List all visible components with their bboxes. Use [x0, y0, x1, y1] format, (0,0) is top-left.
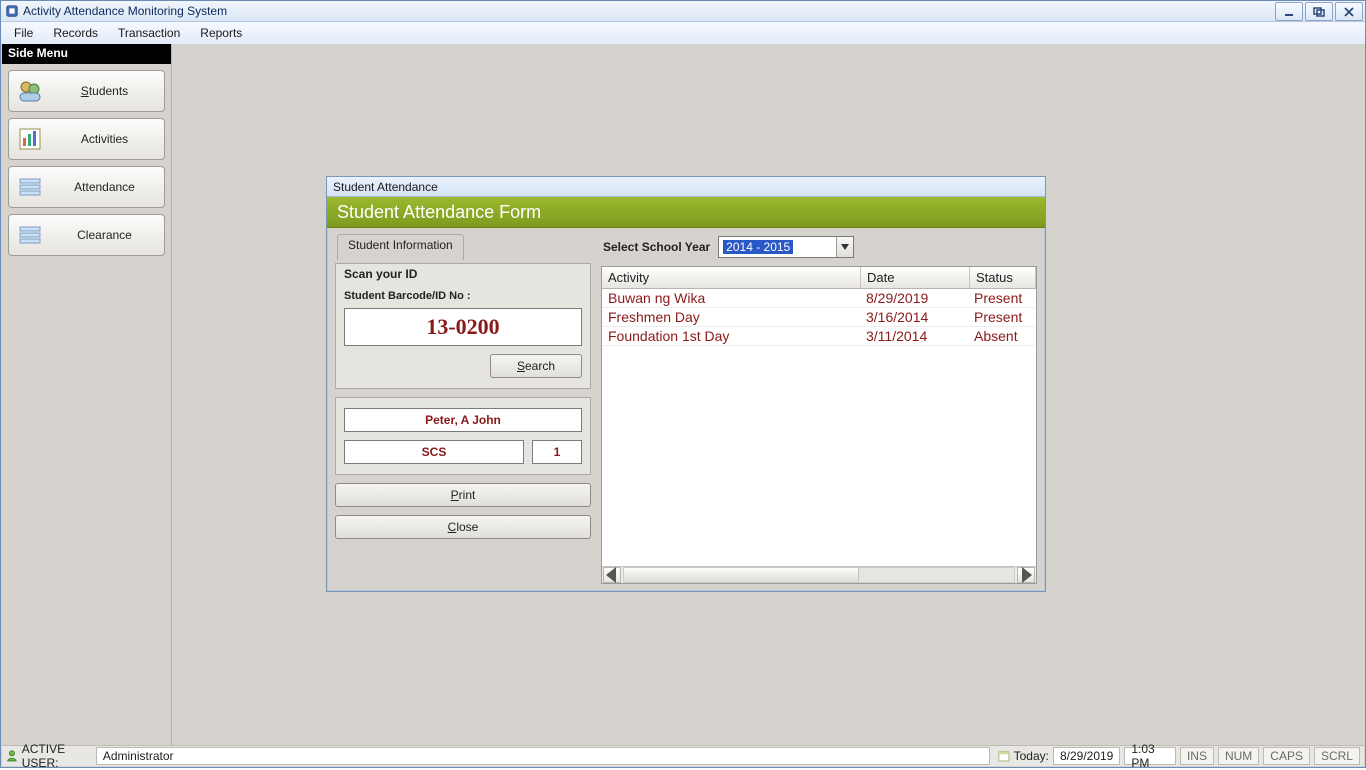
user-icon	[6, 749, 18, 763]
cell-status: Absent	[968, 327, 1036, 345]
cell-status: Present	[968, 308, 1036, 326]
today-time: 1:03 PM	[1124, 747, 1176, 765]
active-user-field: Administrator	[96, 747, 990, 765]
grid-col-status[interactable]: Status	[970, 267, 1036, 288]
table-row[interactable]: Freshmen Day3/16/2014Present	[602, 308, 1036, 327]
active-user-label: ACTIVE USER:	[22, 742, 92, 770]
child-title: Student Attendance	[327, 177, 1045, 197]
close-child-button[interactable]: Close	[335, 515, 591, 539]
school-year-value: 2014 - 2015	[723, 240, 793, 254]
school-year-label: Select School Year	[603, 240, 710, 254]
menu-file[interactable]: File	[5, 24, 42, 42]
cell-status: Present	[968, 289, 1036, 307]
people-icon	[17, 78, 43, 104]
grid-col-date[interactable]: Date	[861, 267, 970, 288]
chevron-down-icon	[836, 237, 853, 257]
menu-records[interactable]: Records	[44, 24, 107, 42]
list-icon	[17, 222, 43, 248]
table-row[interactable]: Buwan ng Wika8/29/2019Present	[602, 289, 1036, 308]
school-year-combo[interactable]: 2014 - 2015	[718, 236, 854, 258]
calendar-icon	[998, 749, 1010, 763]
flag-scrl: SCRL	[1314, 747, 1360, 765]
scroll-right-icon[interactable]	[1017, 567, 1035, 583]
app-icon	[5, 4, 19, 18]
side-item-clearance[interactable]: Clearance	[8, 214, 165, 256]
left-column: Student Information Scan your ID Student…	[335, 234, 591, 584]
cell-activity: Buwan ng Wika	[602, 289, 860, 307]
minimize-button[interactable]	[1275, 2, 1303, 21]
side-item-label: Clearance	[53, 228, 156, 242]
status-bar: ACTIVE USER: Administrator Today: 8/29/2…	[2, 745, 1364, 766]
grid-col-activity[interactable]: Activity	[602, 267, 861, 288]
barcode-label: Student Barcode/ID No :	[344, 290, 582, 302]
close-button[interactable]	[1335, 2, 1363, 21]
maximize-button[interactable]	[1305, 2, 1333, 21]
flag-num: NUM	[1218, 747, 1259, 765]
app-title: Activity Attendance Monitoring System	[23, 4, 227, 18]
school-year-row: Select School Year 2014 - 2015	[603, 236, 1037, 258]
scan-id-title: Scan your ID	[336, 263, 590, 281]
side-item-students[interactable]: Students	[8, 70, 165, 112]
cell-date: 3/11/2014	[860, 327, 968, 345]
menu-bar: File Records Transaction Reports	[1, 22, 1365, 45]
today-label: Today:	[1014, 749, 1049, 763]
student-name-field: Peter, A John	[344, 408, 582, 432]
side-item-activities[interactable]: Activities	[8, 118, 165, 160]
flag-ins: INS	[1180, 747, 1214, 765]
cell-activity: Freshmen Day	[602, 308, 860, 326]
cell-date: 3/16/2014	[860, 308, 968, 326]
cell-activity: Foundation 1st Day	[602, 327, 860, 345]
barcode-input[interactable]: 13-0200	[344, 308, 582, 346]
scroll-left-icon[interactable]	[603, 567, 621, 583]
child-header: Student Attendance Form	[327, 197, 1045, 228]
child-body: Student Information Scan your ID Student…	[327, 228, 1045, 592]
side-header: Side Menu	[2, 44, 171, 64]
menu-reports[interactable]: Reports	[191, 24, 251, 42]
menu-transaction[interactable]: Transaction	[109, 24, 189, 42]
attendance-grid[interactable]: Activity Date Status Buwan ng Wika8/29/2…	[601, 266, 1037, 584]
cell-date: 8/29/2019	[860, 289, 968, 307]
list-icon	[17, 174, 43, 200]
level-field: 1	[532, 440, 582, 464]
tab-holder: Student Information	[335, 234, 591, 256]
side-panel: Side Menu Students Activities Attendance	[2, 44, 172, 745]
grid-body: Buwan ng Wika8/29/2019PresentFreshmen Da…	[602, 289, 1036, 566]
grid-header: Activity Date Status	[602, 267, 1036, 289]
print-row: Print	[335, 483, 591, 507]
scan-id-group: Scan your ID Student Barcode/ID No : 13-…	[335, 263, 591, 389]
scroll-thumb[interactable]	[624, 568, 859, 582]
side-item-attendance[interactable]: Attendance	[8, 166, 165, 208]
title-bar: Activity Attendance Monitoring System	[1, 1, 1365, 22]
client-area: Side Menu Students Activities Attendance	[2, 44, 1364, 745]
tab-student-information[interactable]: Student Information	[337, 234, 464, 260]
grid-hscroll[interactable]	[602, 566, 1036, 583]
chart-icon	[17, 126, 43, 152]
today-date: 8/29/2019	[1053, 747, 1120, 765]
side-item-label: Attendance	[53, 180, 156, 194]
caption-buttons	[1275, 2, 1363, 21]
student-attendance-window: Student Attendance Student Attendance Fo…	[326, 176, 1046, 592]
close-row: Close	[335, 515, 591, 539]
app-window: Activity Attendance Monitoring System Fi…	[0, 0, 1366, 768]
flag-caps: CAPS	[1263, 747, 1310, 765]
side-item-label: Activities	[53, 132, 156, 146]
right-column: Select School Year 2014 - 2015 Activity …	[601, 234, 1037, 584]
course-field: SCS	[344, 440, 524, 464]
scroll-track[interactable]	[623, 567, 1015, 583]
student-readout-group: Peter, A John SCS 1	[335, 397, 591, 475]
print-button[interactable]: Print	[335, 483, 591, 507]
search-button[interactable]: Search	[490, 354, 582, 378]
side-item-label: Students	[53, 84, 156, 98]
table-row[interactable]: Foundation 1st Day3/11/2014Absent	[602, 327, 1036, 346]
